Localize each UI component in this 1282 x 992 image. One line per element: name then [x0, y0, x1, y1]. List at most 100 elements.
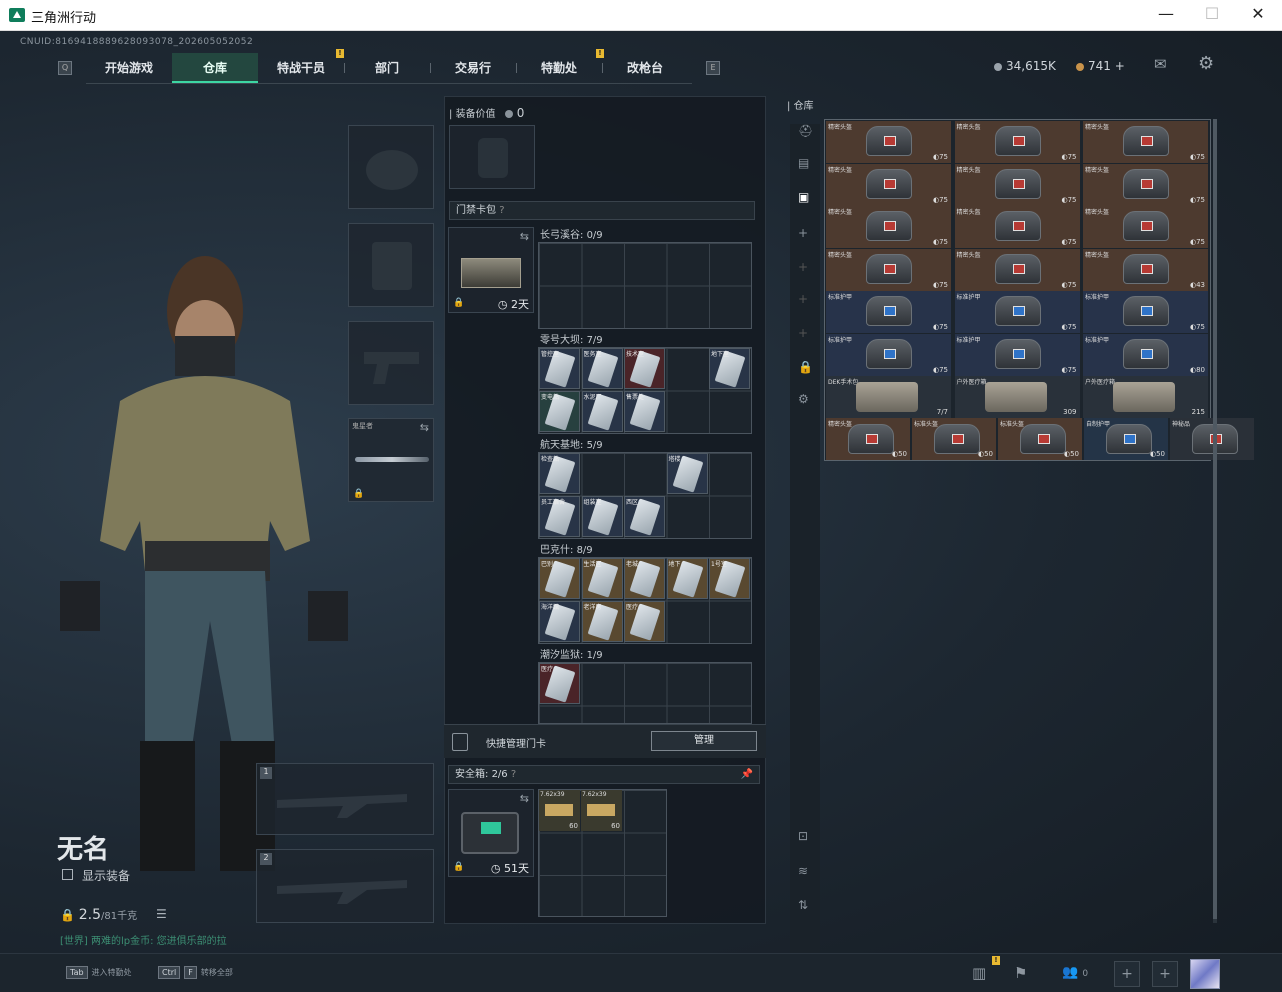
- ticket-add-button[interactable]: +: [1115, 59, 1125, 73]
- helmet-item[interactable]: 精密头盔 ◐75: [954, 206, 1080, 248]
- keycard-item[interactable]: 老城: [624, 558, 665, 599]
- player-avatar[interactable]: [1190, 959, 1220, 989]
- melee-slot[interactable]: 鬼星者 ⇆ 🔒: [348, 418, 434, 502]
- add-squad-slot-button[interactable]: +: [1114, 961, 1140, 987]
- settings-gear-icon[interactable]: ⚙: [1198, 53, 1214, 74]
- show-equipment-checkbox[interactable]: [62, 869, 73, 880]
- gear-item[interactable]: 标准头盔 ◐50: [998, 418, 1082, 460]
- keycard-item[interactable]: 老洋房: [581, 600, 623, 642]
- keycard-item[interactable]: 管控室: [539, 348, 580, 389]
- gear-item[interactable]: 神秘品: [1170, 418, 1254, 460]
- keycard-item[interactable]: 地下: [666, 558, 708, 599]
- nav-next-key[interactable]: E: [706, 61, 720, 75]
- helmet-item[interactable]: 精密头盔 ◐75: [1083, 121, 1208, 163]
- medkit-item[interactable]: DEK手术包 7/7: [826, 376, 951, 418]
- helmet-slot[interactable]: [348, 125, 434, 209]
- map-grid-changgong[interactable]: [538, 242, 752, 329]
- keycard-item[interactable]: 地下室: [709, 348, 750, 389]
- hint-special-ops[interactable]: Tab 进入特勤处: [66, 966, 132, 979]
- helmet-item[interactable]: 精密头盔 ◐75: [1083, 206, 1208, 248]
- add-squad-slot-button[interactable]: +: [1152, 961, 1178, 987]
- tab-start-game[interactable]: 开始游戏: [86, 53, 172, 83]
- keycard-item[interactable]: 1号室: [709, 558, 750, 599]
- manage-button[interactable]: 管理: [651, 731, 757, 751]
- stats-chart-icon[interactable]: ▥: [972, 964, 986, 982]
- tab-iv-plus-icon[interactable]: ▣: [798, 190, 809, 204]
- helmet-item[interactable]: 精密头盔 ◐75: [954, 163, 1080, 206]
- pin-icon[interactable]: 📌: [741, 766, 753, 783]
- helmet-item[interactable]: 精密头盔 ◐75: [954, 248, 1080, 291]
- helmet-item[interactable]: 精密头盔 ◐75: [826, 163, 951, 206]
- helmet-item[interactable]: 精密头盔 ◐75: [1083, 163, 1208, 206]
- flag-icon[interactable]: ⚑: [1014, 964, 1027, 982]
- add-tab-icon[interactable]: +: [798, 260, 808, 274]
- friends-icon[interactable]: 👥 0: [1062, 965, 1088, 980]
- keycard-item[interactable]: 检查站: [539, 453, 580, 494]
- keycard-item[interactable]: 售票处: [624, 390, 665, 432]
- keycard-item[interactable]: 水泥厂: [581, 390, 623, 432]
- helmet-item[interactable]: 精密头盔 ◐75: [826, 248, 951, 291]
- keycard-case[interactable]: ⇆ 🔒 ◷ 2天: [448, 227, 534, 313]
- helmet-item[interactable]: 精密头盔 ◐75: [826, 121, 951, 163]
- weight-list-icon[interactable]: ☰: [156, 907, 167, 921]
- gear-item[interactable]: 标准头盔 ◐50: [912, 418, 996, 460]
- helmet-item[interactable]: 精密头盔 ◐75: [954, 121, 1080, 163]
- keycard-item[interactable]: 技术室: [624, 348, 665, 389]
- add-tab-icon[interactable]: +: [798, 292, 808, 306]
- vest-item[interactable]: 标准护甲 ◐80: [1083, 333, 1208, 376]
- keycard-item[interactable]: 生活区: [581, 558, 623, 599]
- keycard-item[interactable]: 海洋馆: [539, 600, 580, 642]
- tab-special-ops[interactable]: 特勤处: [516, 53, 602, 83]
- tab-iv-icon[interactable]: ▤: [798, 156, 809, 170]
- add-tab-icon[interactable]: +: [798, 326, 808, 340]
- minimize-button[interactable]: —: [1152, 4, 1180, 26]
- helmet-item[interactable]: 精密头盔 ◐75: [826, 206, 951, 248]
- transfer-icon[interactable]: ⇅: [798, 898, 808, 912]
- sort-icon[interactable]: ⊡: [798, 829, 808, 843]
- primary-weapon-slot-1[interactable]: 1: [256, 763, 434, 835]
- tab-warehouse[interactable]: 仓库: [172, 53, 258, 83]
- keycard-item[interactable]: 医疗: [624, 600, 665, 642]
- medkit-item[interactable]: 户外医疗箱 309: [954, 376, 1080, 418]
- backpack-slot[interactable]: [449, 125, 535, 189]
- medkit-item[interactable]: 户外医疗箱 215: [1083, 376, 1208, 418]
- gear-item[interactable]: 自制护甲 ◐50: [1084, 418, 1168, 460]
- keycard-item[interactable]: 员工宿舍: [539, 495, 580, 537]
- keycard-item[interactable]: 组装室: [581, 495, 623, 537]
- keycard-item[interactable]: 巴别: [539, 558, 580, 599]
- ammo-item[interactable]: 7.62x39 60: [539, 790, 580, 831]
- helmet-item[interactable]: 精密头盔 ◐43: [1083, 248, 1208, 291]
- safebox-case[interactable]: ⇆ 🔒 ◷ 51天: [448, 789, 534, 877]
- maximize-button[interactable]: ☐: [1198, 4, 1226, 26]
- add-tab-icon[interactable]: +: [798, 226, 808, 240]
- keycard-item[interactable]: 西区: [624, 495, 665, 537]
- swap-icon[interactable]: ⇆: [520, 792, 529, 805]
- keycard-item[interactable]: 变电站: [539, 390, 580, 432]
- tab-operators[interactable]: 特战干员: [258, 53, 344, 83]
- vest-item[interactable]: 标准护甲 ◐75: [826, 291, 951, 333]
- gear-icon[interactable]: ⚙: [798, 392, 809, 406]
- close-button[interactable]: ✕: [1244, 4, 1272, 26]
- vest-item[interactable]: 标准护甲 ◐75: [954, 333, 1080, 376]
- vest-item[interactable]: 标准护甲 ◐75: [1083, 291, 1208, 333]
- warehouse-grid[interactable]: 精密头盔 ◐75 精密头盔 ◐75 精密头盔 ◐75 精密头盔 ◐75 精密头盔 ◐75 精密头盔 ◐…: [824, 119, 1254, 461]
- armor-slot[interactable]: [348, 223, 434, 307]
- mail-icon[interactable]: ✉: [1154, 55, 1167, 73]
- world-chat[interactable]: [世界] 两难的lp金币: 您进俱乐部的拉: [60, 932, 227, 947]
- ammo-item[interactable]: 7.62x39 60: [581, 790, 622, 831]
- tab-helmet-icon[interactable]: ⛑: [798, 124, 813, 138]
- layers-icon[interactable]: ≋: [798, 864, 808, 878]
- hint-transfer-all[interactable]: Ctrl F 转移全部: [158, 966, 233, 979]
- gear-item[interactable]: 精密头盔 ◐50: [826, 418, 910, 460]
- primary-weapon-slot-2[interactable]: 2: [256, 849, 434, 923]
- pistol-slot[interactable]: [348, 321, 434, 405]
- keycard-item[interactable]: 医务室: [581, 348, 623, 389]
- vest-item[interactable]: 标准护甲 ◐75: [954, 291, 1080, 333]
- swap-icon[interactable]: ⇆: [420, 421, 429, 434]
- swap-icon[interactable]: ⇆: [520, 230, 529, 243]
- keycard-item[interactable]: 医疗: [539, 663, 580, 704]
- tab-gunsmith[interactable]: 改枪台: [602, 53, 688, 83]
- keycard-item[interactable]: 塔楼: [666, 453, 708, 494]
- lock-icon[interactable]: 🔒: [798, 360, 813, 374]
- tab-department[interactable]: 部门: [344, 53, 430, 83]
